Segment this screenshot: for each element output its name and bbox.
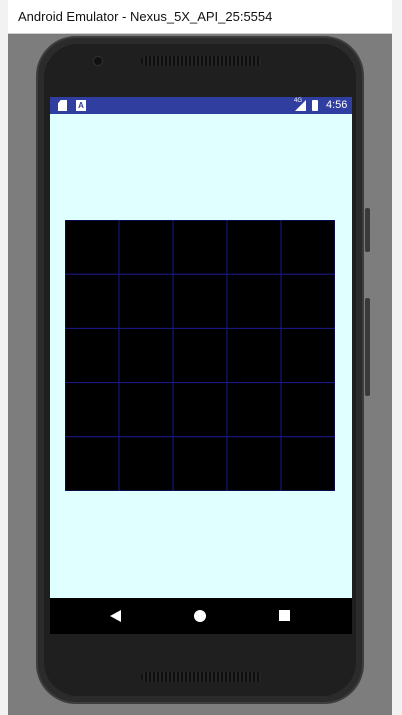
grid-cell[interactable] bbox=[118, 273, 174, 329]
grid-cell[interactable] bbox=[280, 436, 335, 491]
grid-cell[interactable] bbox=[65, 436, 120, 491]
battery-icon bbox=[312, 100, 318, 111]
window-title: Android Emulator - Nexus_5X_API_25:5554 bbox=[18, 9, 273, 24]
grid-cell[interactable] bbox=[118, 327, 174, 384]
grid-cell[interactable] bbox=[172, 436, 228, 491]
power-button[interactable] bbox=[365, 208, 370, 252]
back-icon[interactable] bbox=[110, 610, 121, 622]
notification-a-icon: A bbox=[76, 100, 86, 111]
grid-cell[interactable] bbox=[118, 220, 174, 275]
grid-cell[interactable] bbox=[65, 382, 120, 438]
bottom-speaker-grille bbox=[141, 672, 261, 682]
grid-cell[interactable] bbox=[280, 382, 335, 438]
grid-cell[interactable] bbox=[280, 273, 335, 329]
recents-icon[interactable] bbox=[279, 610, 290, 621]
status-bar: A 4G 4:56 bbox=[50, 97, 352, 114]
grid-cell[interactable] bbox=[280, 220, 335, 275]
signal-icon bbox=[295, 100, 306, 111]
grid-cell[interactable] bbox=[172, 220, 228, 275]
window-titlebar[interactable]: Android Emulator - Nexus_5X_API_25:5554 bbox=[8, 0, 392, 34]
sd-card-icon bbox=[58, 100, 67, 111]
grid-cell[interactable] bbox=[118, 382, 174, 438]
grid-cell[interactable] bbox=[118, 436, 174, 491]
grid-cell[interactable] bbox=[226, 436, 282, 491]
grid-cell[interactable] bbox=[172, 273, 228, 329]
game-grid[interactable] bbox=[65, 220, 335, 491]
device-screen: A 4G 4:56 bbox=[50, 97, 352, 634]
front-camera bbox=[93, 56, 103, 66]
volume-button[interactable] bbox=[365, 298, 370, 396]
top-speaker-grille bbox=[141, 56, 261, 66]
grid-cell[interactable] bbox=[226, 327, 282, 384]
status-time: 4:56 bbox=[326, 99, 348, 111]
navigation-bar bbox=[50, 598, 352, 634]
grid-cell[interactable] bbox=[65, 273, 120, 329]
grid-cell[interactable] bbox=[226, 382, 282, 438]
grid-cell[interactable] bbox=[226, 273, 282, 329]
desktop-background-right bbox=[392, 0, 402, 715]
grid-cell[interactable] bbox=[65, 220, 120, 275]
grid-cell[interactable] bbox=[226, 220, 282, 275]
grid-cell[interactable] bbox=[172, 327, 228, 384]
grid-cell[interactable] bbox=[172, 382, 228, 438]
grid-cell[interactable] bbox=[65, 327, 120, 384]
grid-cell[interactable] bbox=[280, 327, 335, 384]
home-icon[interactable] bbox=[194, 610, 206, 622]
